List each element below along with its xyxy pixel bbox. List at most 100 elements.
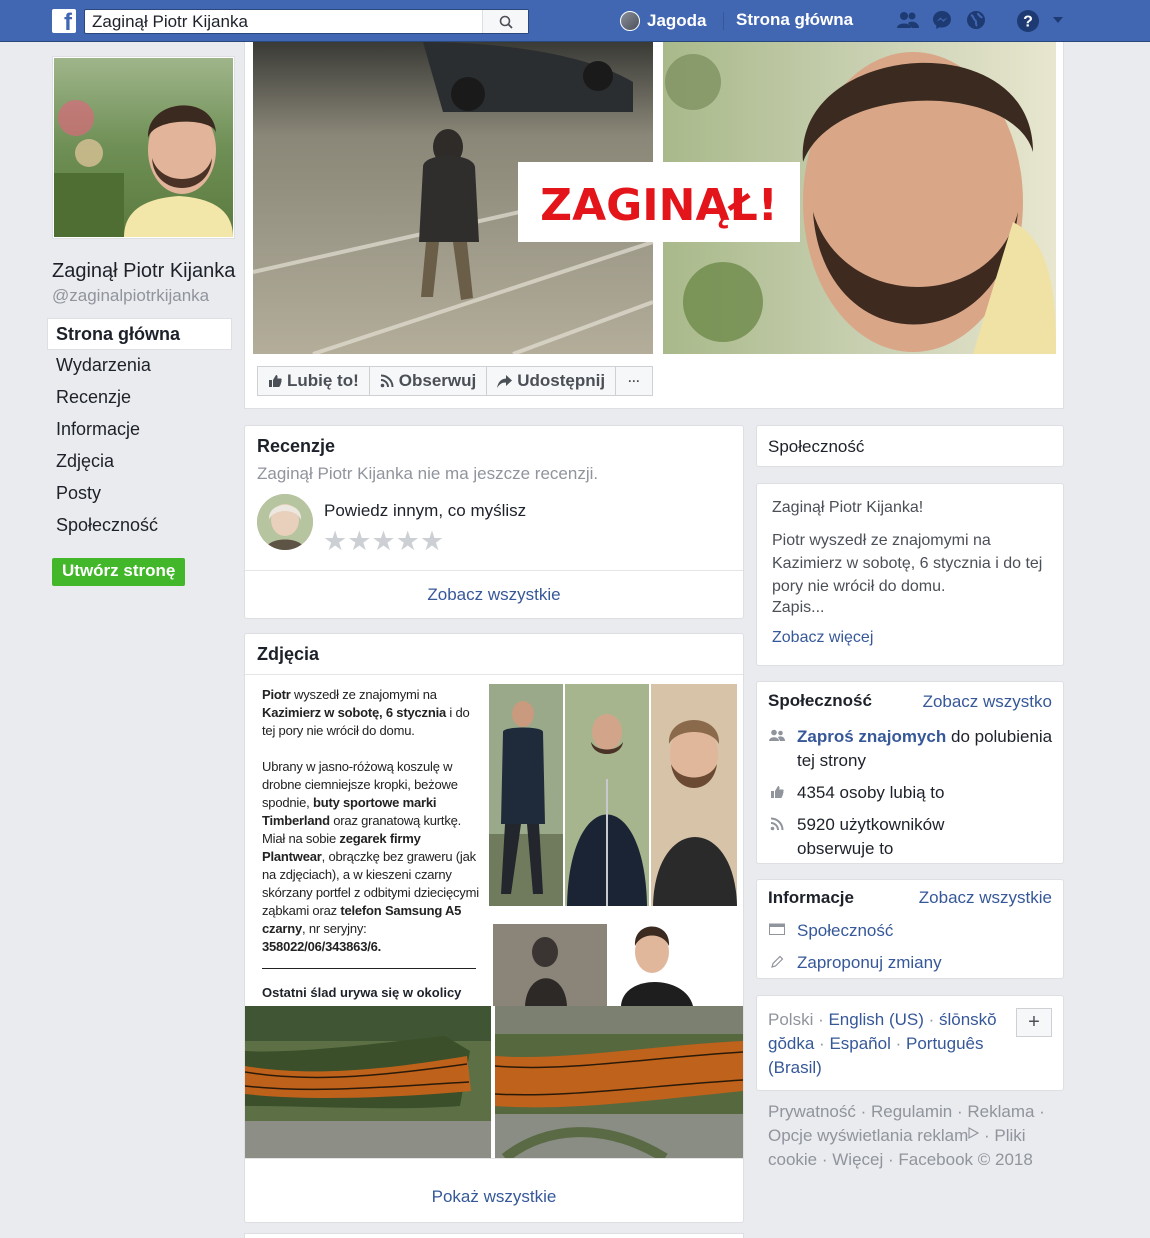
see-all-reviews-link[interactable]: Zobacz wszystkie [245, 585, 743, 605]
community-label[interactable]: Społeczność [768, 437, 864, 457]
photos-title: Zdjęcia [257, 644, 320, 664]
search-icon [499, 15, 513, 29]
suggest-edits-link[interactable]: Zaproponuj zmiany [797, 951, 1057, 975]
more-options-button[interactable]: ··· [615, 366, 654, 396]
language-list: Polski · English (US) · ślōnskŏ gŏdka · … [768, 1010, 997, 1077]
nav-reviews[interactable]: Recenzje [52, 382, 237, 414]
see-more-link[interactable]: Zobacz więcej [772, 629, 873, 647]
share-label: Udostępnij [517, 371, 606, 390]
info-title: Informacje [768, 888, 854, 907]
notification-icons [897, 9, 987, 31]
more-label: ··· [628, 374, 641, 388]
likes-count: 4354 osoby lubią to [797, 783, 945, 802]
thumbs-up-icon [771, 786, 784, 798]
languages-card: Polski · English (US) · ślōnskŏ gŏdka · … [756, 995, 1064, 1091]
ad-choices-link[interactable]: Opcje wyświetlania reklam [768, 1126, 968, 1145]
about-card: Zaginął Piotr Kijanka! Piotr wyszedł ze … [756, 483, 1064, 666]
share-arrow-icon [497, 374, 513, 388]
follow-button[interactable]: Obserwuj [368, 366, 488, 396]
about-text: Piotr wyszedł ze znajomymi na Kazimierz … [772, 532, 1043, 595]
terms-link[interactable]: Regulamin [871, 1102, 952, 1121]
map-photos[interactable] [244, 1006, 744, 1163]
like-label: Lubię to! [287, 371, 359, 390]
photo-poster[interactable]: Piotr wyszedł ze znajomymi na Kazimierz … [246, 676, 743, 1006]
globe-icon[interactable] [965, 9, 987, 31]
friend-requests-icon[interactable] [897, 9, 919, 31]
poster-last-line: Ostatni ślad urywa się w okolicy [262, 985, 462, 1000]
profile-link[interactable]: Jagoda [620, 10, 707, 32]
community-title: Społeczność [768, 691, 872, 710]
nav-community[interactable]: Społeczność [52, 510, 237, 542]
like-button[interactable]: Lubię to! [257, 366, 370, 396]
info-community-row: Społeczność [768, 919, 1057, 943]
chevron-down-icon[interactable] [1052, 15, 1064, 25]
invite-row: Zaproś znajomych do polubienia tej stron… [768, 725, 1057, 773]
divider [723, 12, 724, 30]
nav-events[interactable]: Wydarzenia [52, 350, 237, 382]
page-handle[interactable]: @zaginalpiotrkijanka [52, 286, 237, 306]
see-all-info-link[interactable]: Zobacz wszystkie [919, 888, 1052, 908]
reviews-title: Recenzje [257, 436, 336, 456]
avatar [620, 11, 640, 31]
suggest-edits-row: Zaproponuj zmiany [768, 951, 1057, 975]
likes-row: 4354 osoby lubią to [768, 781, 1057, 805]
avatar [257, 494, 313, 550]
share-button[interactable]: Udostępnij [486, 366, 617, 396]
current-language: Polski [768, 1010, 814, 1029]
svg-text:?: ? [1023, 14, 1033, 31]
create-page-button[interactable]: Utwórz stronę [52, 558, 186, 586]
privacy-link[interactable]: Prywatność [768, 1102, 856, 1121]
next-card-edge [244, 1233, 744, 1238]
about-more-text: Zapis... [772, 599, 825, 616]
page-actions: Lubię to! Obserwuj Udostępnij ··· [257, 366, 654, 396]
nav-photos[interactable]: Zdjęcia [52, 446, 237, 478]
language-link[interactable]: Español [829, 1034, 890, 1053]
cover-photo[interactable]: ZAGINĄŁ! [253, 42, 1056, 354]
ads-link[interactable]: Reklama [967, 1102, 1034, 1121]
reviews-card: Recenzje Zaginął Piotr Kijanka nie ma je… [244, 425, 744, 619]
community-tab-card: Społeczność [756, 425, 1064, 467]
divider [245, 570, 743, 571]
search-button[interactable] [482, 10, 528, 33]
copyright: Facebook © 2018 [898, 1150, 1033, 1169]
profile-picture[interactable] [52, 56, 235, 239]
review-prompt: Powiedz innym, co myślisz [324, 501, 527, 520]
show-all-photos-link[interactable]: Pokaż wszystkie [245, 1187, 743, 1207]
invite-friends-link[interactable]: Zaproś znajomych [797, 727, 946, 746]
facebook-logo-icon[interactable]: f [52, 9, 76, 33]
star-rating[interactable]: ★★★★★ [323, 526, 444, 557]
info-card: Informacje Zobacz wszystkie Społeczność … [756, 879, 1064, 979]
rss-icon [380, 374, 394, 388]
nav-posts[interactable]: Posty [52, 478, 237, 510]
messenger-icon[interactable] [931, 9, 953, 31]
user-name: Jagoda [647, 11, 707, 30]
search-input[interactable] [85, 10, 480, 33]
cover-section: ZAGINĄŁ! Lubię to! Obserwuj Udostępnij ·… [244, 42, 1064, 409]
add-language-button[interactable]: + [1016, 1008, 1052, 1037]
follow-label: Obserwuj [398, 371, 477, 390]
thumbs-up-icon [269, 375, 282, 387]
language-link[interactable]: English (US) [828, 1010, 923, 1029]
left-column: Zaginął Piotr Kijanka @zaginalpiotrkijan… [47, 56, 237, 586]
divider [245, 674, 743, 675]
home-link[interactable]: Strona główna [736, 10, 853, 30]
footer: Prywatność · Regulamin · Reklama · Opcje… [768, 1102, 1045, 1169]
divider [245, 1158, 743, 1159]
photos-card: Zdjęcia Piotr wyszedł ze znajomymi na Ka… [244, 633, 744, 1223]
search-box [84, 9, 529, 34]
nav-about[interactable]: Informacje [52, 414, 237, 446]
pencil-icon [771, 955, 784, 968]
more-link[interactable]: Więcej [832, 1150, 883, 1169]
info-community-link[interactable]: Społeczność [797, 919, 1057, 943]
see-all-community-link[interactable]: Zobacz wszystko [923, 692, 1052, 712]
followers-count: 5920 użytkowników obserwuje to [797, 815, 945, 858]
about-title: Zaginął Piotr Kijanka! [772, 499, 924, 516]
top-bar: f Jagoda Strona główna ? [0, 0, 1150, 42]
friends-icon [769, 729, 785, 741]
followers-row: 5920 użytkowników obserwuje to [768, 813, 997, 861]
help-icon[interactable]: ? [1016, 9, 1040, 33]
poster-text: Piotr wyszedł ze znajomymi na Kazimierz … [262, 687, 479, 954]
nav-home[interactable]: Strona główna [47, 318, 232, 350]
missing-banner: ZAGINĄŁ! [540, 180, 778, 231]
folder-icon [769, 923, 785, 935]
